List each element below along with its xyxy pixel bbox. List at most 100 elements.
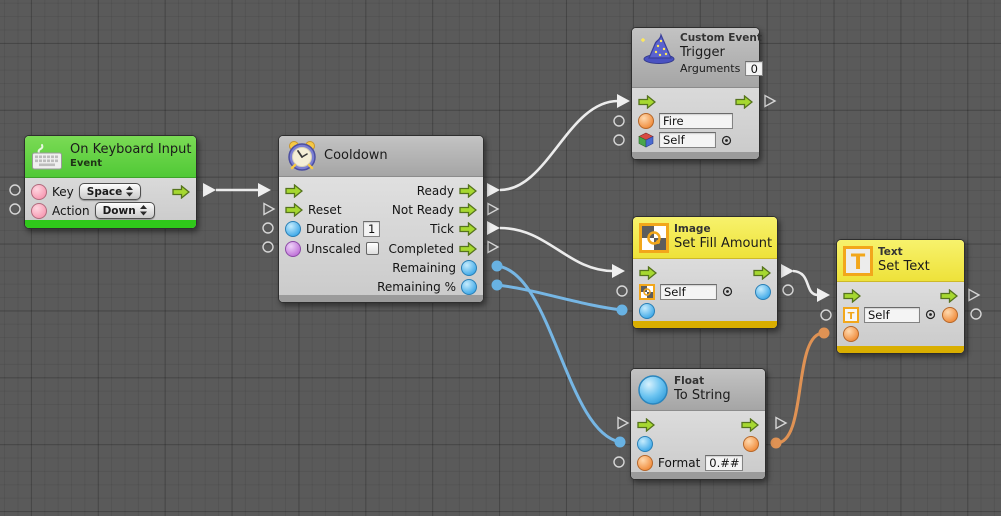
arguments-label: Arguments	[680, 62, 740, 76]
flow-input-port[interactable]	[638, 95, 656, 109]
reset-label: Reset	[308, 203, 342, 217]
duration-field[interactable]	[363, 221, 380, 237]
port-row-self	[632, 131, 759, 150]
value-indicator-text-self-in	[821, 310, 831, 320]
node-float-to-string[interactable]: Float To String Format	[630, 368, 766, 480]
image-output-port[interactable]	[755, 284, 771, 300]
node-image-set-fill-amount[interactable]: Image Set Fill Amount	[632, 216, 778, 329]
ready-output-port[interactable]	[459, 184, 477, 198]
wire-remaining-to-tostring[interactable]	[497, 266, 620, 442]
completed-output-port[interactable]	[459, 242, 477, 256]
node-footer	[25, 220, 196, 228]
port-row-value	[631, 434, 765, 453]
tick-label: Tick	[430, 222, 454, 236]
wire-image-to-text[interactable]	[793, 271, 818, 295]
text-value-port[interactable]	[843, 326, 859, 342]
flow-indicator-tick-out	[487, 221, 500, 235]
node-text-set-text[interactable]: T Text Set Text T	[836, 239, 965, 354]
port-row-flow	[837, 286, 964, 305]
node-title: Cooldown	[324, 148, 388, 164]
key-dropdown[interactable]: Space	[79, 183, 142, 200]
value-indicator-format-in	[614, 457, 624, 467]
flow-indicator-cooldown-in	[258, 183, 271, 197]
flow-output-port[interactable]	[940, 289, 958, 303]
node-custom-event-trigger[interactable]: Custom Event Trigger Arguments	[631, 27, 760, 160]
remaining-percent-label: Remaining %	[377, 280, 456, 294]
port-row-format: Format	[631, 454, 765, 473]
self-field[interactable]	[659, 132, 716, 148]
float-icon	[637, 374, 669, 406]
action-port[interactable]	[31, 203, 47, 219]
not-ready-output-port[interactable]	[459, 203, 477, 217]
string-output-port[interactable]	[743, 436, 759, 452]
fire-port[interactable]	[638, 113, 654, 129]
format-port[interactable]	[637, 455, 653, 471]
node-cooldown[interactable]: Cooldown Ready Reset Not Ready	[278, 135, 484, 303]
unscaled-port[interactable]	[285, 241, 301, 257]
flow-indicator-ready-out	[487, 183, 500, 197]
port-row-unscaled-completed: Unscaled Completed	[279, 239, 483, 258]
node-on-keyboard-input[interactable]: On Keyboard Input Event Key Space Action	[24, 135, 197, 229]
flow-input-port[interactable]	[637, 418, 655, 432]
target-icon[interactable]	[721, 135, 732, 146]
flow-input-port[interactable]	[285, 184, 303, 198]
node-footer	[632, 152, 759, 159]
node-category: Float	[674, 375, 731, 388]
target-icon[interactable]	[925, 309, 936, 320]
port-row-flow	[631, 415, 765, 434]
node-footer	[633, 321, 777, 328]
node-title: Set Fill Amount	[674, 236, 772, 252]
flow-output-port[interactable]	[741, 418, 759, 432]
flow-output-port[interactable]	[753, 266, 771, 280]
flow-input-port[interactable]	[639, 266, 657, 280]
wire-ready-to-trigger[interactable]	[500, 101, 618, 190]
tick-output-port[interactable]	[459, 222, 477, 236]
remaining-percent-output-port[interactable]	[461, 279, 477, 295]
wire-tick-to-image[interactable]	[500, 228, 613, 271]
text-output-port[interactable]	[942, 307, 958, 323]
reset-input-port[interactable]	[285, 203, 303, 217]
fill-amount-port[interactable]	[639, 303, 655, 319]
flow-output-port[interactable]	[172, 185, 190, 199]
value-indicator-fire-in	[614, 116, 624, 126]
text-icon: T	[843, 246, 873, 276]
flow-indicator-trigger-in	[617, 94, 630, 108]
image-self-icon	[639, 284, 655, 300]
wire-remainingpct-to-image[interactable]	[497, 285, 622, 310]
unscaled-checkbox[interactable]	[366, 242, 379, 255]
flow-indicator-tostring-flow-in	[618, 418, 628, 429]
fire-field[interactable]	[659, 113, 733, 129]
flow-indicator-text-in	[817, 288, 830, 302]
node-title: Trigger	[680, 45, 763, 61]
node-title: To String	[674, 388, 731, 404]
value-indicator-image-self-in	[617, 286, 627, 296]
image-icon	[639, 223, 669, 253]
self-field[interactable]	[864, 307, 920, 323]
node-footer	[837, 346, 964, 353]
value-indicator-text-out	[971, 309, 981, 319]
value-indicator-unscaled-in	[263, 242, 273, 252]
arguments-field[interactable]	[745, 61, 763, 76]
self-field[interactable]	[660, 284, 717, 300]
remaining-output-port[interactable]	[461, 260, 477, 276]
format-field[interactable]	[705, 455, 743, 471]
not-ready-label: Not Ready	[392, 203, 454, 217]
key-port[interactable]	[31, 184, 47, 200]
value-indicator-settext-value-in	[819, 328, 830, 339]
duration-port[interactable]	[285, 221, 301, 237]
graph-canvas[interactable]: On Keyboard Input Event Key Space Action	[0, 0, 1001, 516]
port-row-fill-amount	[633, 302, 777, 321]
node-footer	[631, 472, 765, 479]
action-dropdown[interactable]: Down	[95, 202, 155, 219]
port-row-action: Action Down	[25, 201, 196, 220]
flow-indicator-trigger-out	[765, 96, 775, 107]
float-input-port[interactable]	[637, 436, 653, 452]
target-icon[interactable]	[722, 286, 733, 297]
text-self-icon: T	[843, 307, 859, 323]
wire-tostring-to-settext[interactable]	[776, 333, 824, 443]
flow-output-port[interactable]	[735, 95, 753, 109]
flow-input-port[interactable]	[843, 289, 861, 303]
flow-indicator-image-out	[781, 264, 794, 278]
action-label: Action	[52, 204, 90, 218]
flow-indicator-image-in	[612, 264, 625, 278]
